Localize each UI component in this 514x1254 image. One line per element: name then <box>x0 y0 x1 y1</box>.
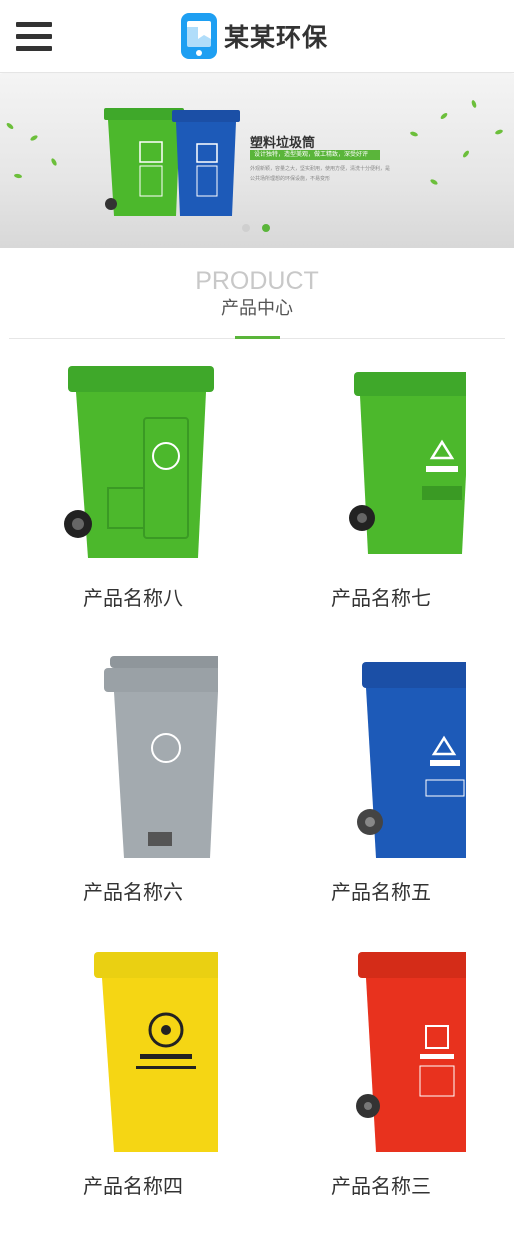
red-bin-image <box>356 952 466 1152</box>
leaf-decoration <box>494 128 504 136</box>
slider-dot-2[interactable] <box>262 224 270 232</box>
slider-pagination <box>242 224 270 232</box>
product-name[interactable]: 产品名称七 <box>256 582 506 611</box>
section-accent-bar <box>235 336 280 339</box>
banner-tagline: 设计独特，造型美观，做工精致，深受好评 <box>250 150 380 160</box>
product-name[interactable]: 产品名称三 <box>256 1170 506 1199</box>
banner-title: 塑料垃圾筒 <box>250 136 316 151</box>
leaf-decoration <box>13 173 23 179</box>
blue-bin-image <box>357 662 466 858</box>
leaf-decoration <box>50 157 58 167</box>
section-title-en: PRODUCT <box>195 267 319 295</box>
header: 某某环保 <box>0 0 514 73</box>
green-bin-image <box>64 366 214 558</box>
logo[interactable]: 某某环保 <box>180 12 328 60</box>
leaf-decoration <box>5 121 15 131</box>
banner-slider[interactable]: 塑料垃圾筒 设计独特，造型美观，做工精致，深受好评 外观新颖，容量之大，坚实耐用… <box>0 74 514 248</box>
phone-logo-icon <box>181 13 217 59</box>
product-card[interactable]: 产品名称八 <box>8 358 258 611</box>
product-name[interactable]: 产品名称五 <box>256 876 506 905</box>
product-name[interactable]: 产品名称四 <box>8 1170 258 1199</box>
product-card[interactable]: 产品名称五 <box>256 652 506 905</box>
logo-text: 某某环保 <box>224 23 329 52</box>
leaf-decoration <box>470 99 478 109</box>
product-card[interactable]: 产品名称四 <box>8 946 258 1199</box>
leaf-decoration <box>29 134 39 142</box>
yellow-bin-image <box>94 952 218 1152</box>
banner-bins-image <box>104 108 240 216</box>
hamburger-menu-icon[interactable] <box>16 22 52 52</box>
leaf-decoration <box>461 149 471 159</box>
banner-description: 外观新颖，容量之大，坚实耐用，使用方便，清洗十分便利，是公共场所理想的环保设施，… <box>250 166 391 182</box>
leaf-decoration <box>439 111 449 121</box>
product-name[interactable]: 产品名称八 <box>8 582 258 611</box>
product-card[interactable]: 产品名称六 <box>8 652 258 905</box>
leaf-decoration <box>409 130 419 138</box>
section-title-cn: 产品中心 <box>221 298 293 319</box>
gray-bin-image <box>104 656 218 858</box>
slider-dot-1[interactable] <box>242 224 250 232</box>
product-name[interactable]: 产品名称六 <box>8 876 258 905</box>
section-title: PRODUCT 产品中心 <box>0 266 514 322</box>
product-card[interactable]: 产品名称三 <box>256 946 506 1199</box>
product-card[interactable]: 产品名称七 <box>256 358 506 611</box>
green-bin-image <box>349 372 466 554</box>
leaf-decoration <box>429 178 439 186</box>
